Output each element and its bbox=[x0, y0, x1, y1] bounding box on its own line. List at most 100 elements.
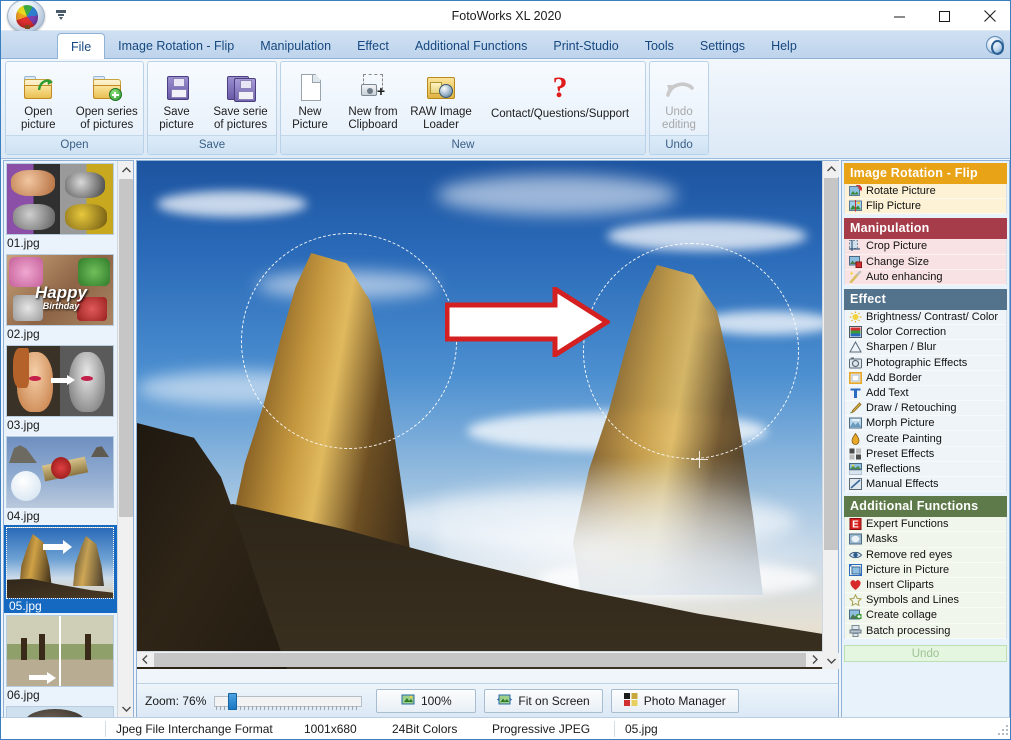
canvas-hscroll-thumb[interactable] bbox=[154, 653, 806, 667]
ribbon-group-undo: Undo editing Undo bbox=[649, 61, 709, 155]
button-label: Undo editing bbox=[662, 106, 696, 131]
open-series-folder-icon bbox=[89, 71, 125, 103]
sidebar-item-flip-picture[interactable]: Flip Picture bbox=[845, 199, 1006, 215]
sidebar-item-insert-cliparts[interactable]: Insert Cliparts bbox=[845, 578, 1006, 594]
clipboard-camera-icon: + bbox=[355, 71, 391, 103]
sidebar-item-draw-retouching[interactable]: Draw / Retouching bbox=[845, 401, 1006, 417]
button-label: Open picture bbox=[21, 106, 56, 131]
raw-image-loader-button[interactable]: RAW Image Loader bbox=[408, 64, 474, 132]
button-label: New from Clipboard bbox=[348, 106, 398, 131]
zoom-slider-knob[interactable] bbox=[228, 692, 238, 710]
canvas-horizontal-scrollbar[interactable] bbox=[137, 651, 823, 667]
tab-help[interactable]: Help bbox=[758, 33, 810, 59]
scroll-up-icon[interactable] bbox=[118, 161, 133, 178]
image-canvas[interactable] bbox=[137, 161, 823, 669]
minimize-button[interactable] bbox=[877, 1, 922, 31]
undo-editing-button[interactable]: Undo editing bbox=[651, 64, 707, 132]
open-series-of-pictures-button[interactable]: Open series of pictures bbox=[72, 64, 142, 132]
sidebar-item-morph-picture[interactable]: Morph Picture bbox=[845, 416, 1006, 432]
thumbnail-item[interactable] bbox=[4, 704, 118, 717]
sidebar-item-create-painting[interactable]: Create Painting bbox=[845, 431, 1006, 447]
tab-label: File bbox=[71, 40, 92, 54]
thumbnail-item[interactable]: 03.jpg bbox=[4, 343, 118, 434]
scroll-down-icon[interactable] bbox=[118, 700, 133, 717]
tab-label: Tools bbox=[644, 39, 674, 53]
canvas-vertical-scrollbar[interactable] bbox=[822, 161, 839, 669]
paint-drop-icon bbox=[849, 432, 862, 445]
thumbnail-item[interactable]: 04.jpg bbox=[4, 434, 118, 525]
tab-print-studio[interactable]: Print-Studio bbox=[540, 33, 631, 59]
save-picture-button[interactable]: Save picture bbox=[149, 64, 204, 132]
tab-tools[interactable]: Tools bbox=[632, 33, 687, 59]
photo-manager-button[interactable]: Photo Manager bbox=[610, 688, 739, 713]
sidebar-item-batch-processing[interactable]: Batch processing bbox=[845, 624, 1006, 639]
save-serie-of-pictures-button[interactable]: Save serie of pictures bbox=[206, 64, 275, 132]
tab-effect[interactable]: Effect bbox=[344, 33, 402, 59]
zoom-slider[interactable] bbox=[214, 692, 363, 710]
photo-manager-icon bbox=[623, 692, 638, 709]
sidebar-item-preset-effects[interactable]: Preset Effects bbox=[845, 447, 1006, 462]
sidebar-item-rotate-picture[interactable]: Rotate Picture bbox=[845, 184, 1006, 200]
thumbnail-image bbox=[6, 615, 114, 687]
sidebar-item-label: Symbols and Lines bbox=[866, 594, 959, 607]
contact-questions-support-button[interactable]: ? Contact/Questions/Support bbox=[476, 64, 644, 132]
svg-text:E: E bbox=[852, 520, 859, 531]
thumbnail-item-selected[interactable]: 05.jpg bbox=[4, 525, 118, 613]
sidebar-item-sharpen-blur[interactable]: Sharpen / Blur bbox=[845, 340, 1006, 356]
canvas-scroll-right-icon[interactable] bbox=[807, 652, 823, 667]
new-picture-button[interactable]: New Picture bbox=[282, 64, 338, 132]
tab-settings[interactable]: Settings bbox=[687, 33, 758, 59]
thumbnail-scrollbar[interactable] bbox=[117, 161, 133, 717]
maximize-button[interactable] bbox=[922, 1, 967, 31]
thumbnail-label: 05.jpg bbox=[6, 599, 45, 613]
tab-label: Manipulation bbox=[260, 39, 332, 53]
close-button[interactable] bbox=[967, 1, 1010, 31]
new-from-clipboard-button[interactable]: + New from Clipboard bbox=[340, 64, 406, 132]
canvas-scroll-down-icon[interactable] bbox=[823, 653, 839, 669]
sidebar-item-auto-enhancing[interactable]: Auto enhancing bbox=[845, 270, 1006, 285]
sidebar-item-picture-in-picture[interactable]: Picture in Picture bbox=[845, 563, 1006, 578]
sidebar-item-expert-functions[interactable]: E Expert Functions bbox=[845, 517, 1006, 533]
eye-icon bbox=[848, 549, 863, 561]
sidebar-item-reflections[interactable]: Reflections bbox=[845, 462, 1006, 477]
tab-file[interactable]: File bbox=[57, 33, 106, 60]
thumbnail-label: 04.jpg bbox=[7, 509, 40, 523]
sidebar-item-manual-effects[interactable]: Manual Effects bbox=[845, 477, 1006, 493]
thumbnail-item[interactable]: Happy Birthday 02.jpg bbox=[4, 252, 118, 343]
sidebar-item-label: Create collage bbox=[866, 609, 937, 622]
thumbnail-label: 03.jpg bbox=[7, 418, 40, 432]
sidebar-item-crop-picture[interactable]: Crop Picture bbox=[845, 239, 1006, 255]
canvas-scroll-left-icon[interactable] bbox=[137, 652, 153, 667]
floppy-disk-icon bbox=[159, 71, 195, 103]
sidebar-item-label: Rotate Picture bbox=[866, 185, 936, 198]
sidebar-item-masks[interactable]: Masks bbox=[845, 532, 1006, 548]
sidebar-item-remove-red-eyes[interactable]: Remove red eyes bbox=[845, 548, 1006, 563]
zoom-100-button[interactable]: 100% bbox=[376, 688, 477, 713]
sidebar-undo-button[interactable]: Undo bbox=[844, 644, 1007, 662]
undo-arrow-icon bbox=[661, 71, 697, 103]
sidebar-item-change-size[interactable]: Change Size bbox=[845, 255, 1006, 270]
tab-image-rotation-flip[interactable]: Image Rotation - Flip bbox=[105, 33, 247, 59]
thumbnail-image bbox=[6, 345, 114, 417]
flip-picture-icon bbox=[849, 200, 862, 212]
thumbnail-item[interactable]: 06.jpg bbox=[4, 613, 118, 704]
section-header: Image Rotation - Flip bbox=[844, 163, 1007, 184]
sidebar-item-add-border[interactable]: Add Border bbox=[845, 371, 1006, 386]
sidebar-item-photographic-effects[interactable]: Photographic Effects bbox=[845, 356, 1006, 371]
canvas-scroll-up-icon[interactable] bbox=[823, 161, 839, 177]
sidebar-item-add-text[interactable]: Add Text bbox=[845, 386, 1006, 402]
tab-manipulation[interactable]: Manipulation bbox=[247, 33, 344, 59]
help-orb-icon[interactable] bbox=[986, 36, 1004, 55]
fit-on-screen-button[interactable]: Fit on Screen bbox=[484, 688, 603, 713]
tab-additional-functions[interactable]: Additional Functions bbox=[402, 33, 541, 59]
sidebar-item-brightness-contrast-color[interactable]: Brightness/ Contrast/ Color bbox=[845, 310, 1006, 326]
sidebar-item-label: Change Size bbox=[866, 255, 929, 268]
thumbnail-scrollbar-thumb[interactable] bbox=[119, 179, 133, 517]
canvas-vscroll-thumb[interactable] bbox=[824, 178, 838, 550]
resize-grip-icon[interactable] bbox=[997, 724, 1009, 736]
sidebar-item-create-collage[interactable]: Create collage bbox=[845, 608, 1006, 624]
open-picture-button[interactable]: Open picture bbox=[7, 64, 70, 132]
thumbnail-item[interactable]: 01.jpg bbox=[4, 161, 118, 252]
sidebar-item-symbols-and-lines[interactable]: Symbols and Lines bbox=[845, 593, 1006, 609]
sidebar-item-color-correction[interactable]: Color Correction bbox=[845, 325, 1006, 341]
